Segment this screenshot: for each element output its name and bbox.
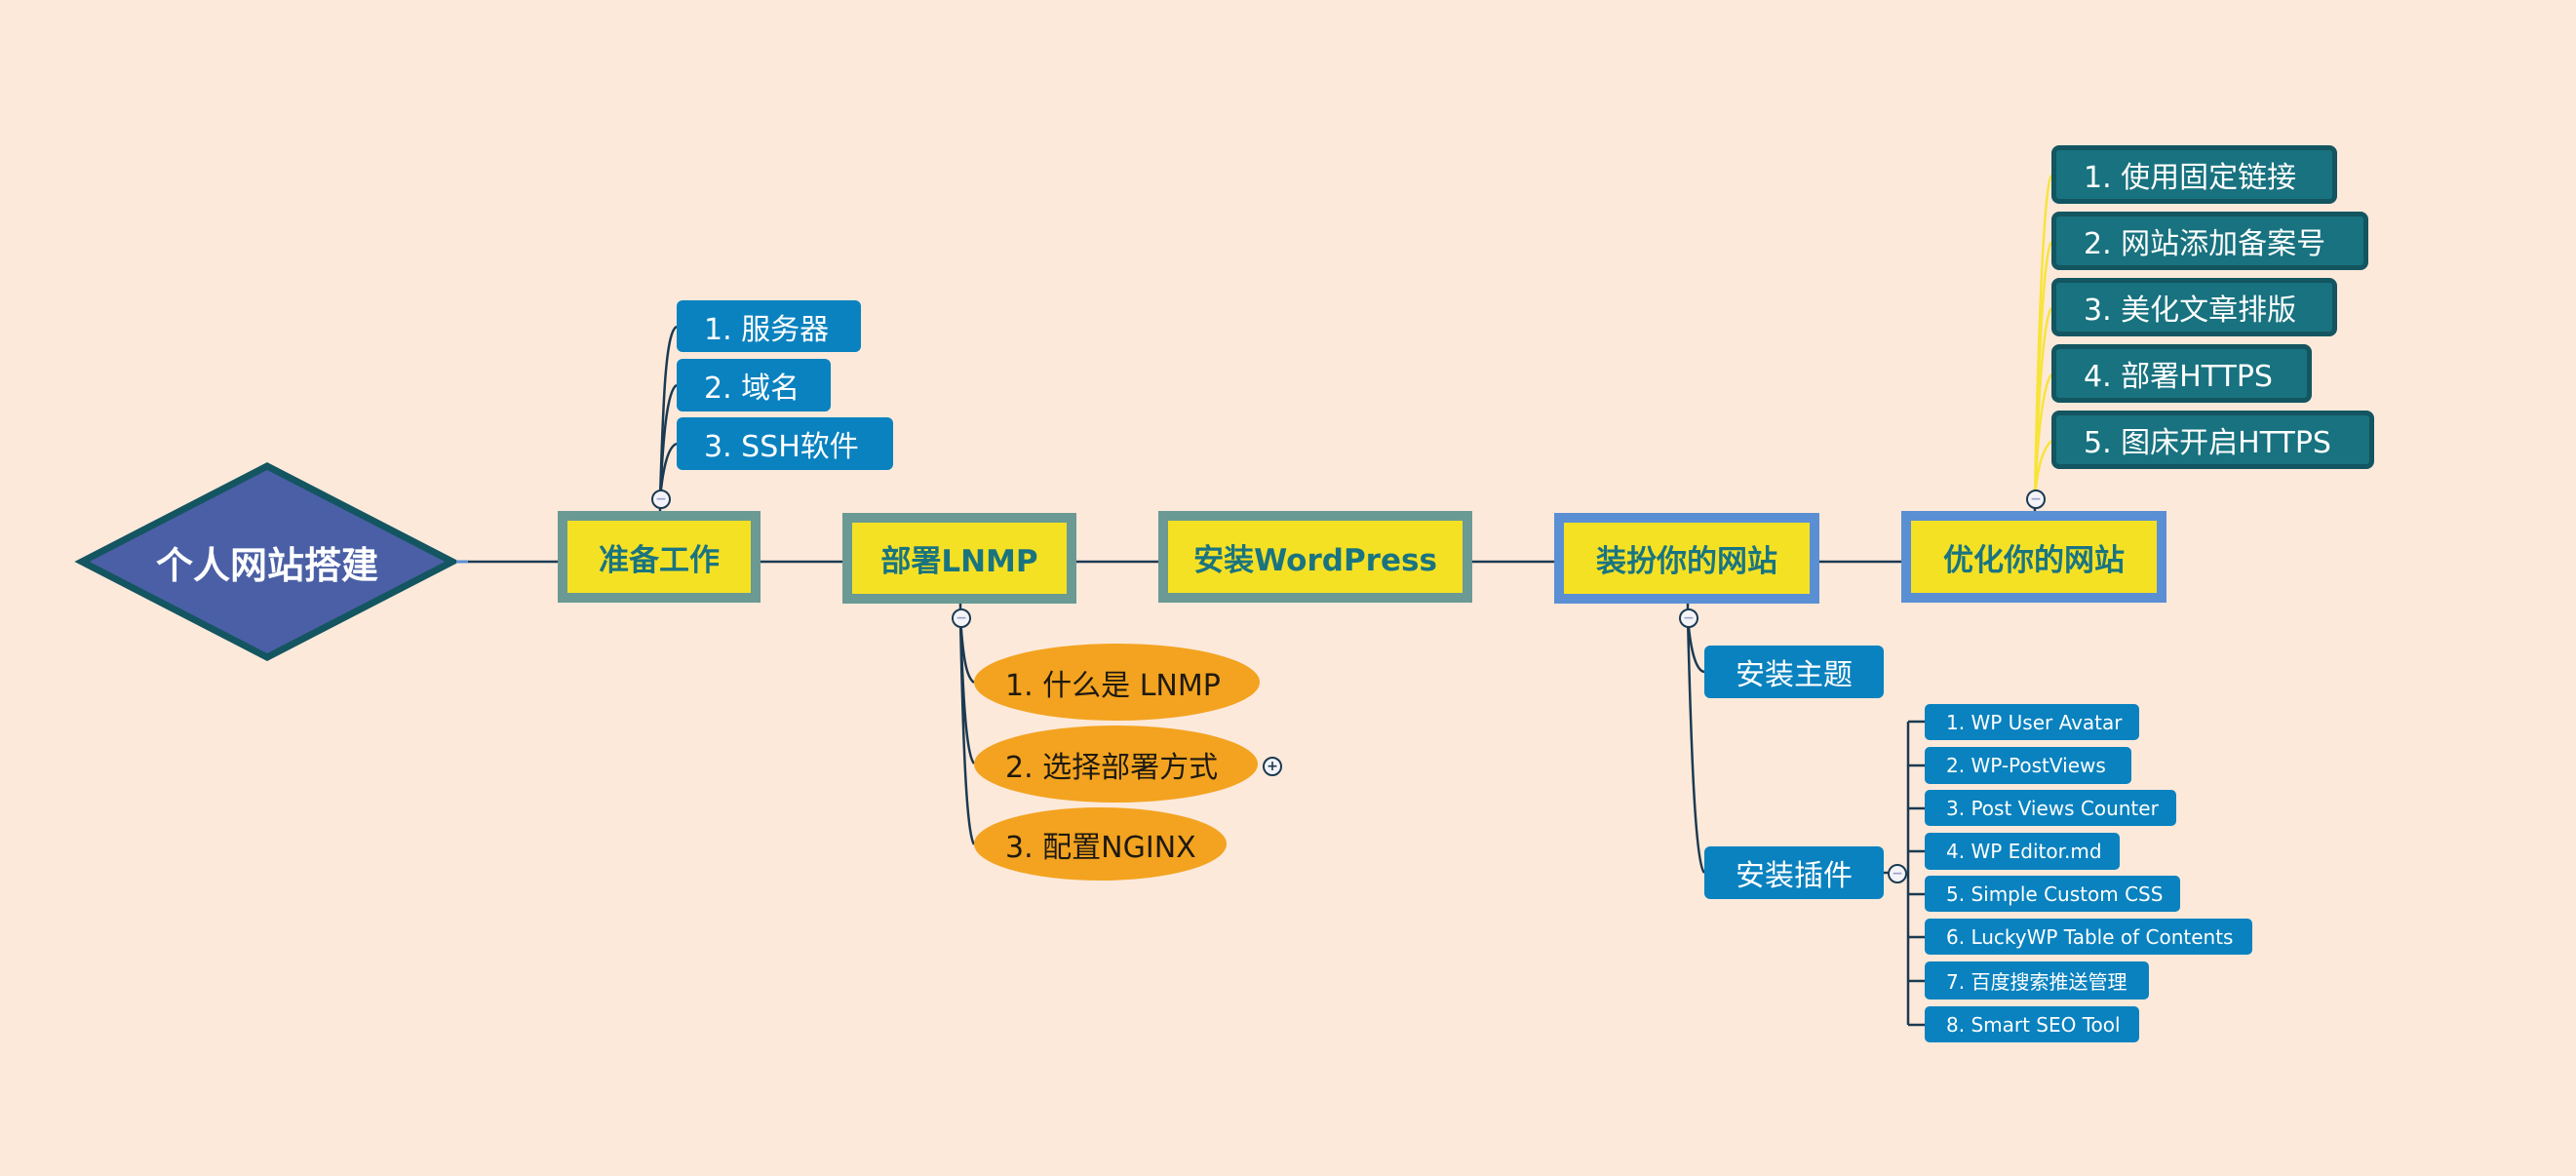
plugin-item[interactable]: 5. Simple Custom CSS xyxy=(1925,876,2180,912)
plugin-item[interactable]: 6. LuckyWP Table of Contents xyxy=(1925,919,2252,955)
item-label: 2. WP-PostViews xyxy=(1946,754,2106,777)
lnmp-item-what-is[interactable]: 1. 什么是 LNMP xyxy=(974,644,1260,721)
prep-item-domain[interactable]: 2. 域名 xyxy=(677,359,831,412)
collapse-icon[interactable]: − xyxy=(651,490,671,509)
item-label: 1. WP User Avatar xyxy=(1946,710,2123,734)
prep-links xyxy=(658,325,678,511)
topic-label: 装扮你的网站 xyxy=(1596,544,1777,579)
topic-label: 部署LNMP xyxy=(880,544,1038,579)
plugin-item[interactable]: 2. WP-PostViews xyxy=(1925,747,2131,784)
topic-label: 优化你的网站 xyxy=(1943,542,2125,578)
decorate-theme[interactable]: 安装主题 xyxy=(1704,646,1884,698)
root-topic[interactable]: 个人网站搭建 xyxy=(78,462,456,661)
decorate-plugins[interactable]: 安装插件 xyxy=(1704,846,1884,899)
item-label: 3. SSH软件 xyxy=(704,430,859,464)
optimize-item[interactable]: 5. 图床开启HTTPS xyxy=(2051,411,2374,469)
optimize-item[interactable]: 4. 部署HTTPS xyxy=(2051,344,2312,403)
optimize-item[interactable]: 1. 使用固定链接 xyxy=(2051,145,2337,204)
item-label: 2. 网站添加备案号 xyxy=(2084,227,2326,261)
minus-glyph: − xyxy=(956,610,967,626)
minus-glyph: − xyxy=(2030,491,2042,507)
plugin-item[interactable]: 3. Post Views Counter xyxy=(1925,790,2176,826)
collapse-icon[interactable]: − xyxy=(952,608,971,628)
collapse-icon[interactable]: − xyxy=(2026,490,2046,509)
lnmp-item-nginx[interactable]: 3. 配置NGINX xyxy=(974,807,1227,881)
minus-glyph: − xyxy=(1892,866,1903,882)
item-label: 1. 什么是 LNMP xyxy=(1005,668,1221,703)
item-label: 4. WP Editor.md xyxy=(1946,840,2102,863)
topic-decorate[interactable]: 装扮你的网站 xyxy=(1554,513,1819,604)
plugin-item[interactable]: 7. 百度搜索推送管理 xyxy=(1925,961,2149,1000)
minus-glyph: − xyxy=(655,491,667,507)
item-label: 5. 图床开启HTTPS xyxy=(2084,426,2331,460)
optimize-item[interactable]: 2. 网站添加备案号 xyxy=(2051,212,2368,270)
lnmp-item-deploy-method[interactable]: 2. 选择部署方式 xyxy=(974,725,1258,803)
topic-prep[interactable]: 准备工作 xyxy=(558,511,761,603)
item-label: 3. Post Views Counter xyxy=(1946,796,2159,820)
topic-lnmp[interactable]: 部署LNMP xyxy=(842,513,1076,604)
item-label: 5. Simple Custom CSS xyxy=(1946,882,2164,906)
item-label: 1. 服务器 xyxy=(704,312,830,347)
item-label: 安装主题 xyxy=(1736,658,1853,692)
item-label: 安装插件 xyxy=(1736,859,1853,893)
expand-icon[interactable]: + xyxy=(1263,757,1282,776)
topic-label: 准备工作 xyxy=(599,542,720,578)
optimize-links xyxy=(2033,175,2053,511)
item-label: 2. 域名 xyxy=(704,372,800,406)
topic-label: 安装WordPress xyxy=(1193,542,1437,578)
item-label: 3. 配置NGINX xyxy=(1005,830,1196,865)
plugin-item[interactable]: 8. Smart SEO Tool xyxy=(1925,1006,2139,1042)
item-label: 8. Smart SEO Tool xyxy=(1946,1012,2121,1037)
item-label: 6. LuckyWP Table of Contents xyxy=(1946,924,2234,949)
prep-item-server[interactable]: 1. 服务器 xyxy=(677,300,861,352)
minus-glyph: − xyxy=(1683,610,1695,626)
item-label: 2. 选择部署方式 xyxy=(1005,750,1219,785)
plus-glyph: + xyxy=(1267,759,1278,774)
lnmp-links xyxy=(958,604,976,845)
prep-item-ssh[interactable]: 3. SSH软件 xyxy=(677,417,893,470)
plugin-item[interactable]: 1. WP User Avatar xyxy=(1925,704,2139,740)
optimize-item[interactable]: 3. 美化文章排版 xyxy=(2051,278,2337,336)
collapse-icon[interactable]: − xyxy=(1888,864,1907,883)
item-label: 3. 美化文章排版 xyxy=(2084,294,2297,328)
collapse-icon[interactable]: − xyxy=(1679,608,1698,628)
item-label: 7. 百度搜索推送管理 xyxy=(1946,970,2127,994)
item-label: 4. 部署HTTPS xyxy=(2084,360,2273,394)
topic-optimize[interactable]: 优化你的网站 xyxy=(1901,511,2166,603)
topic-wordpress[interactable]: 安装WordPress xyxy=(1158,511,1472,603)
item-label: 1. 使用固定链接 xyxy=(2084,161,2297,195)
plugin-item[interactable]: 4. WP Editor.md xyxy=(1925,833,2120,870)
